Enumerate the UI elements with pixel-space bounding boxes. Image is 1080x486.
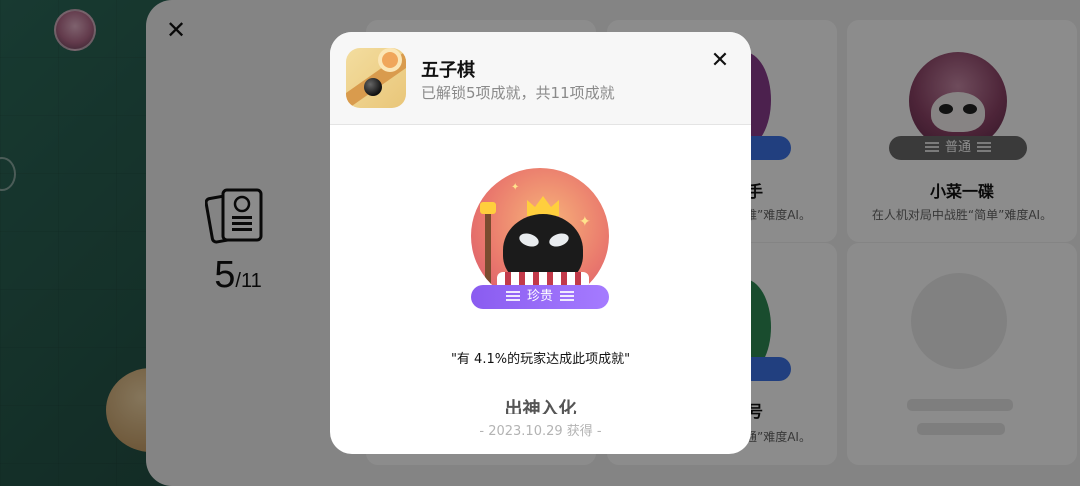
player-percentage-text: "有 4.1%的玩家达成此项成就": [450, 352, 631, 367]
rarity-badge: 珍贵: [471, 285, 609, 309]
achievement-summary: 已解锁5项成就，共11项成就: [421, 84, 615, 102]
modal-header: 五子棋 已解锁5项成就，共11项成就 ✕: [330, 32, 751, 125]
achievement-detail-modal: 五子棋 已解锁5项成就，共11项成就 ✕ ✦ ✦ 珍贵 "有 4.1%的玩家达成…: [330, 32, 751, 454]
unlock-date: - 2023.10.29 获得 -: [479, 424, 602, 439]
rarity-bars-icon: [560, 291, 574, 301]
rarity-label: 珍贵: [526, 289, 553, 304]
game-title: 五子棋: [421, 60, 475, 81]
rarity-bars-icon: [505, 291, 520, 301]
achievement-name: 出神入化: [504, 399, 577, 414]
gomoku-game-icon: [346, 48, 406, 108]
king-stone-badge-icon: ✦ ✦: [471, 168, 609, 304]
close-icon[interactable]: ✕: [708, 49, 732, 73]
